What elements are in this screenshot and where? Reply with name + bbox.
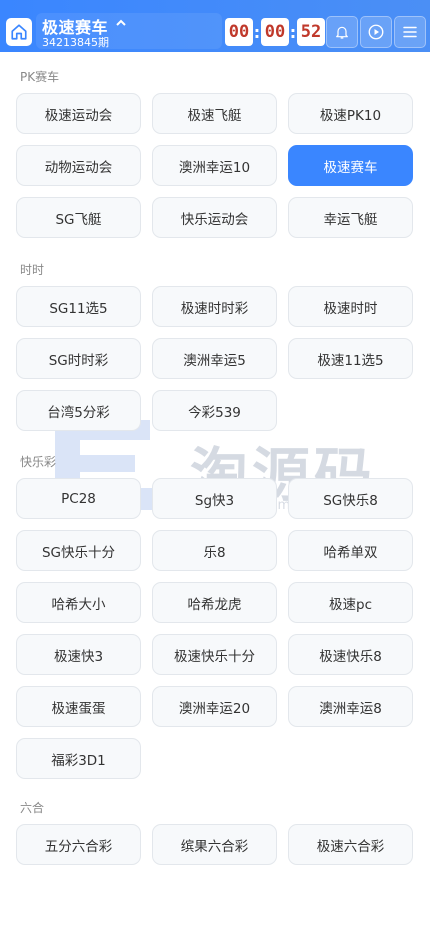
timer-minutes: 00 xyxy=(261,18,289,46)
lottery-item[interactable]: 哈希龙虎 xyxy=(152,582,277,623)
timer-colon: : xyxy=(289,22,297,42)
timer-hours: 00 xyxy=(225,18,253,46)
lottery-item[interactable]: SG快乐十分 xyxy=(16,530,141,571)
lottery-item[interactable]: 极速飞艇 xyxy=(152,93,277,134)
lottery-item[interactable]: PC28 xyxy=(16,478,141,519)
home-button[interactable] xyxy=(6,18,32,46)
lottery-item[interactable]: 乐8 xyxy=(152,530,277,571)
lottery-item[interactable]: SG时时彩 xyxy=(16,338,141,379)
section-title: 快乐彩 xyxy=(20,455,57,469)
menu-icon xyxy=(403,26,417,38)
lottery-item[interactable]: 哈希大小 xyxy=(16,582,141,623)
lottery-item[interactable]: 福彩3D1 xyxy=(16,738,141,779)
lottery-item[interactable]: SG飞艇 xyxy=(16,197,141,238)
play-circle-icon xyxy=(368,24,384,40)
section-title: 六合 xyxy=(20,801,45,815)
lottery-item[interactable]: 澳洲幸运10 xyxy=(152,145,277,186)
home-icon xyxy=(11,24,27,40)
lottery-item[interactable]: 幸运飞艇 xyxy=(288,197,413,238)
lottery-item[interactable]: 今彩539 xyxy=(152,390,277,431)
lottery-item[interactable]: 极速六合彩 xyxy=(288,824,413,865)
lottery-item[interactable]: SG快乐8 xyxy=(288,478,413,519)
lottery-item[interactable]: 极速时时彩 xyxy=(152,286,277,327)
timer-colon: : xyxy=(253,22,261,42)
lottery-item[interactable]: 哈希单双 xyxy=(288,530,413,571)
lottery-item[interactable]: 动物运动会 xyxy=(16,145,141,186)
top-bar: 极速赛车 34213845期 00 : 00 : 52 xyxy=(0,0,430,52)
lottery-item[interactable]: 极速pc xyxy=(288,582,413,623)
chevron-up-icon xyxy=(116,19,126,26)
lottery-item[interactable]: 缤果六合彩 xyxy=(152,824,277,865)
lottery-item[interactable]: 极速蛋蛋 xyxy=(16,686,141,727)
menu-button[interactable] xyxy=(394,16,426,48)
section-title: PK赛车 xyxy=(20,70,60,84)
lottery-item[interactable]: Sg快3 xyxy=(152,478,277,519)
lottery-item[interactable]: 澳洲幸运8 xyxy=(288,686,413,727)
timer-seconds: 52 xyxy=(297,18,325,46)
lottery-item[interactable]: 极速赛车 xyxy=(288,145,413,186)
lottery-item[interactable]: 五分六合彩 xyxy=(16,824,141,865)
play-button[interactable] xyxy=(360,16,392,48)
section-title: 时时 xyxy=(20,263,45,277)
lottery-item[interactable]: 极速运动会 xyxy=(16,93,141,134)
lottery-item[interactable]: 快乐运动会 xyxy=(152,197,277,238)
bell-icon xyxy=(336,26,348,39)
lottery-item[interactable]: 极速时时 xyxy=(288,286,413,327)
lottery-item[interactable]: 极速11选5 xyxy=(288,338,413,379)
lottery-item[interactable]: 极速快3 xyxy=(16,634,141,675)
notification-button[interactable] xyxy=(326,16,358,48)
lottery-item[interactable]: 极速PK10 xyxy=(288,93,413,134)
lottery-item[interactable]: 澳洲幸运5 xyxy=(152,338,277,379)
lottery-selector[interactable]: 极速赛车 34213845期 xyxy=(36,13,222,49)
lottery-item[interactable]: 极速快乐8 xyxy=(288,634,413,675)
issue-number: 34213845期 xyxy=(42,36,109,49)
countdown-timer: 00 : 00 : 52 xyxy=(225,18,325,46)
lottery-item[interactable]: 澳洲幸运20 xyxy=(152,686,277,727)
lottery-item[interactable]: 台湾5分彩 xyxy=(16,390,141,431)
lottery-item[interactable]: 极速快乐十分 xyxy=(152,634,277,675)
lottery-item[interactable]: SG11选5 xyxy=(16,286,141,327)
